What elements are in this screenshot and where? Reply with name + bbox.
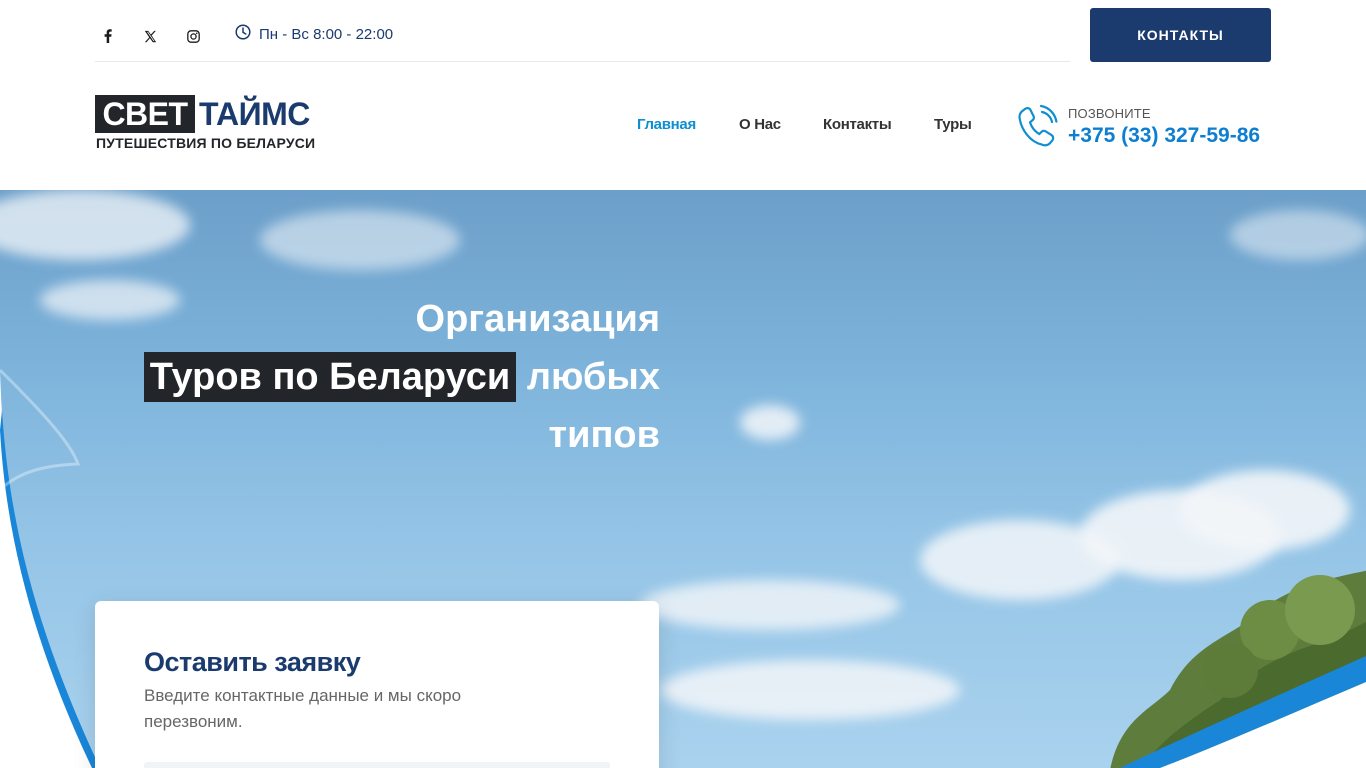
hero-title-line-2: Туров по Беларуси любых [120,348,660,406]
contacts-button[interactable]: КОНТАКТЫ [1090,8,1271,62]
cloud [740,405,800,440]
facebook-icon[interactable] [98,26,118,46]
form-subtitle: Введите контактные данные и мы скоро пер… [144,686,462,731]
cloud [660,660,960,720]
hero-title-line-2-rest: любых [526,356,660,398]
cloud [1230,210,1366,260]
clock-icon [235,24,251,44]
hero-title-highlight: Туров по Беларуси [143,352,517,402]
logo-subtitle: ПУТЕШЕСТВИЯ ПО БЕЛАРУСИ [96,135,316,151]
hero-title: Организация Туров по Беларуси любых типо… [120,290,660,464]
logo[interactable]: СВЕТ ТАЙМС ПУТЕШЕСТВИЯ ПО БЕЛАРУСИ [95,95,330,155]
nav-item-about[interactable]: О Нас [739,116,781,136]
nav-item-contacts[interactable]: Контакты [823,116,892,136]
cloud [640,580,900,630]
call-label: ПОЗВОНИТЕ [1068,106,1151,121]
hero-title-line-1: Организация [415,298,660,340]
opening-hours: Пн - Вс 8:00 - 22:00 [235,24,393,44]
decorative-swoosh-right [1120,656,1366,768]
top-bar: Пн - Вс 8:00 - 22:00 [95,0,1070,62]
hero-section: Организация Туров по Беларуси любых типо… [0,190,1366,768]
cloud [260,210,460,270]
x-twitter-icon[interactable] [140,26,160,46]
nav-item-tours[interactable]: Туры [934,116,972,136]
hours-text: Пн - Вс 8:00 - 22:00 [259,25,394,43]
phone-number-link[interactable]: +375 (33) 327-59-86 [1068,124,1260,148]
instagram-icon[interactable] [183,26,203,46]
form-name-input[interactable] [144,762,610,768]
nav-item-home[interactable]: Главная [637,116,696,136]
hero-title-line-3: типов [548,414,661,456]
page: Пн - Вс 8:00 - 22:00 КОНТАКТЫ СВЕТ ТАЙМС… [0,0,1366,768]
form-title: Оставить заявку [144,647,361,677]
logo-word-taims: ТАЙМС [199,96,310,132]
phone-icon [1016,104,1060,150]
logo-word-svet: СВЕТ [95,95,195,133]
cloud [1180,470,1350,550]
request-form-card: Оставить заявку Введите контактные данны… [95,601,659,768]
